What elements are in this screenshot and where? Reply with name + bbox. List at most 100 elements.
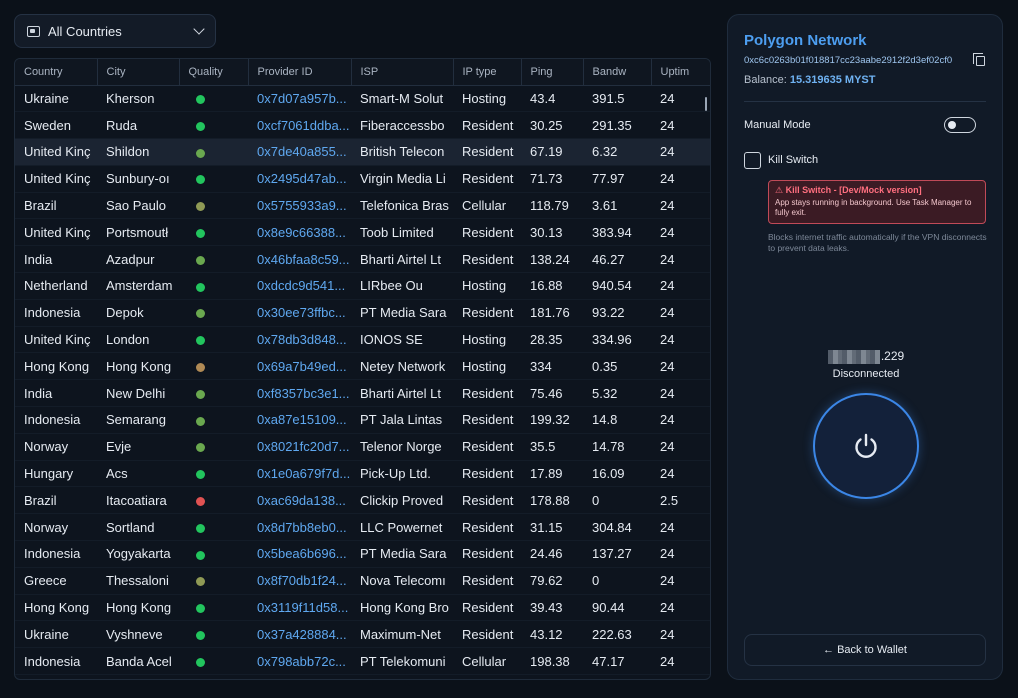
isp-cell: Telefonica Bras: [351, 192, 453, 220]
table-row[interactable]: Brazil Sao Paulo 0x5755933a9... Telefonica …: [15, 192, 710, 220]
provider-id-cell: 0x8021fc20d7...: [248, 433, 351, 461]
quality-dot-icon: [196, 577, 205, 587]
quality-dot-icon: [196, 94, 205, 104]
country-cell: Hungary: [15, 460, 97, 488]
country-filter-label: All Countries: [48, 23, 122, 39]
bandw-cell: 47.17: [583, 647, 651, 676]
country-cell: United Kinç: [15, 138, 97, 166]
table-row[interactable]: Indonesia Banda Acel 0x798abb72c... PT Tele…: [15, 647, 710, 676]
ip-type-cell: Resident: [453, 406, 521, 434]
table-row[interactable]: India Azadpur 0x46bfaa8c59... Bharti Airtel…: [15, 245, 710, 274]
quality-dot-icon: [196, 416, 205, 426]
city-cell: Banda Acel: [97, 647, 179, 676]
country-cell: Hong Kong: [15, 352, 97, 381]
uptime-cell: 24: [651, 326, 710, 354]
table-scrollbar[interactable]: [705, 97, 707, 111]
provider-id-cell: 0xcf7061ddba...: [248, 111, 351, 140]
quality-cell: [179, 218, 248, 247]
ping-cell: 181.76: [521, 299, 583, 327]
country-cell: Indonesia: [15, 299, 97, 327]
column-header[interactable]: Provider ID: [248, 59, 352, 86]
country-cell: Brazil: [15, 192, 97, 220]
quality-dot-icon: [196, 202, 205, 212]
table-row[interactable]: India New Delhi 0xf8357bc3e1... Bharti Airt…: [15, 379, 710, 408]
table-row[interactable]: United Kinç London 0x78db3d848... IONOS SE H…: [15, 326, 710, 354]
ip-type-cell: Resident: [453, 111, 521, 140]
quality-dot-icon: [196, 175, 205, 185]
city-cell: Sunbury-oı: [97, 165, 179, 193]
back-to-wallet-button[interactable]: ← Back to Wallet: [744, 634, 986, 666]
isp-cell: Nova Telecomı: [351, 567, 453, 595]
ping-cell: 199.32: [521, 406, 583, 434]
ping-cell: 138.24: [521, 245, 583, 274]
provider-id-cell: 0xdcdc9d541...: [248, 272, 351, 300]
ip-type-cell: Resident: [453, 460, 521, 488]
quality-dot-icon: [196, 228, 205, 238]
quality-dot-icon: [196, 443, 205, 453]
country-cell: Ukraine: [15, 620, 97, 649]
table-row[interactable]: Ukraine Kherson 0x7d07a957b... Smart-M Solu…: [15, 85, 710, 113]
column-header[interactable]: Country: [15, 59, 98, 86]
column-header[interactable]: ISP: [351, 59, 454, 86]
column-header[interactable]: Bandw: [583, 59, 652, 86]
city-cell: Kherson: [97, 85, 179, 113]
quality-cell: [179, 192, 248, 220]
column-header[interactable]: IP type: [453, 59, 522, 86]
bandw-cell: 291.35: [583, 111, 651, 140]
ip-type-cell: Resident: [453, 218, 521, 247]
kill-switch-description: Blocks internet traffic automatically if…: [768, 232, 987, 253]
table-row[interactable]: Greece Thessaloni 0x8f70db1f24... Nova Tele…: [15, 567, 710, 595]
ping-cell: 16.88: [521, 272, 583, 300]
table-row[interactable]: United Kinç Sunbury-oı 0x2495d47ab... Virgi…: [15, 165, 710, 193]
bandw-cell: 77.97: [583, 165, 651, 193]
quality-dot-icon: [196, 148, 205, 158]
connection-panel: Polygon Network 0xc6c0263b01f018817cc23a…: [727, 14, 1003, 680]
isp-cell: PT Telekomuni: [351, 647, 453, 676]
table-row[interactable]: United Kinç Portsmoutł 0x8e9c66388... Toob …: [15, 218, 710, 247]
table-row[interactable]: Brazil Itacoatiara 0xac69da138... Clickip P…: [15, 486, 710, 515]
table-row[interactable]: Netherland Amsterdam 0xdcdc9d541... LIRbee …: [15, 272, 710, 300]
network-title: Polygon Network: [744, 32, 867, 49]
table-row[interactable]: Sweden Ruda 0xcf7061ddba... Fiberaccessbo Re…: [15, 111, 710, 140]
bandw-cell: 304.84: [583, 513, 651, 542]
table-row[interactable]: United Kinç Shildon 0x7de40a855... British …: [15, 138, 710, 166]
country-filter-select[interactable]: All Countries: [14, 14, 216, 48]
ip-type-cell: Resident: [453, 540, 521, 568]
table-row[interactable]: Norway Evje 0x8021fc20d7... Telenor Norge Re…: [15, 433, 710, 461]
uptime-cell: 24: [651, 111, 710, 140]
manual-mode-toggle[interactable]: [944, 117, 976, 133]
uptime-cell: 24: [651, 245, 710, 274]
table-row[interactable]: Hong Kong Hong Kong 0x69a7b49ed... Netey Ne…: [15, 352, 710, 381]
country-cell: Brazil: [15, 486, 97, 515]
column-header[interactable]: City: [97, 59, 180, 86]
ip-type-cell: Resident: [453, 620, 521, 649]
city-cell: Semarang: [97, 406, 179, 434]
copy-icon[interactable]: [973, 53, 985, 66]
uptime-cell: 24: [651, 165, 710, 193]
city-cell: Itacoatiara: [97, 486, 179, 515]
wallet-address: 0xc6c0263b01f018817cc23aabe2912f2d3ef02c…: [744, 55, 953, 66]
table-row[interactable]: Indonesia Yogyakarta 0x5bea6b696... PT Medi…: [15, 540, 710, 568]
table-row[interactable]: Hungary Acs 0x1e0a679f7d... Pick-Up Ltd. Res…: [15, 460, 710, 488]
kill-switch-checkbox[interactable]: [744, 152, 761, 169]
country-cell: United Kinç: [15, 218, 97, 247]
table-row[interactable]: Norway Sortland 0x8d7bb8eb0... LLC Powernet…: [15, 513, 710, 542]
table-row[interactable]: Hong Kong Hong Kong 0x3119f11d58... Hong Ko…: [15, 594, 710, 622]
quality-cell: [179, 540, 248, 568]
column-header[interactable]: Uptim: [651, 59, 710, 86]
column-header[interactable]: Ping: [521, 59, 584, 86]
balance-label: Balance:: [744, 74, 787, 86]
isp-cell: Bharti Airtel Lt: [351, 379, 453, 408]
table-row[interactable]: Indonesia Semarang 0xa87e15109... PT Jala L…: [15, 406, 710, 434]
provider-id-cell: 0x78db3d848...: [248, 326, 351, 354]
ip-address: .229: [728, 349, 1004, 364]
quality-cell: [179, 165, 248, 193]
connect-button[interactable]: [813, 393, 919, 499]
ip-type-cell: Resident: [453, 433, 521, 461]
column-header[interactable]: Quality: [179, 59, 249, 86]
table-row[interactable]: Ukraine Vyshneve 0x37a428884... Maximum-Net…: [15, 620, 710, 649]
bandw-cell: 222.63: [583, 620, 651, 649]
table-row[interactable]: Indonesia Depok 0x30ee73ffbc... PT Media Sa…: [15, 299, 710, 327]
uptime-cell: 24: [651, 299, 710, 327]
ip-type-cell: Resident: [453, 165, 521, 193]
